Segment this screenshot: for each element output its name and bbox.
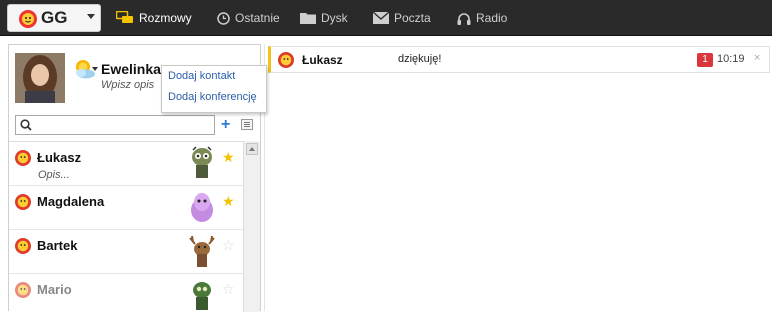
menu-item-add-contact[interactable]: Dodaj kontakt bbox=[162, 66, 266, 87]
profile-description-field[interactable]: Wpisz opis bbox=[101, 79, 154, 91]
list-view-icon[interactable] bbox=[241, 119, 253, 130]
tab-poczta[interactable]: Poczta bbox=[373, 0, 431, 36]
search-input[interactable] bbox=[15, 115, 215, 135]
contact-name: Mario bbox=[37, 282, 72, 297]
profile-name: Ewelinka bbox=[101, 61, 161, 77]
contact-list: Łukasz Opis... ★ Magdalena ★ Bartek ☆ Ma… bbox=[9, 141, 243, 312]
contact-avatar bbox=[193, 282, 211, 310]
gg-sun-logo-icon bbox=[19, 10, 37, 28]
chevron-down-icon bbox=[87, 14, 95, 19]
add-contact-button[interactable]: + bbox=[221, 115, 230, 135]
headphones-icon bbox=[457, 12, 471, 25]
tab-rozmowy[interactable]: Rozmowy bbox=[116, 0, 192, 36]
clock-icon bbox=[217, 11, 230, 25]
gg-logo-text: GG bbox=[41, 8, 68, 27]
folder-icon bbox=[300, 13, 316, 24]
contact-list-scrollbar[interactable] bbox=[243, 141, 260, 312]
favorite-star-icon[interactable]: ☆ bbox=[222, 238, 235, 252]
tab-label: Ostatnie bbox=[235, 11, 280, 25]
conversation-contact-name: Łukasz bbox=[302, 53, 343, 67]
contact-avatar bbox=[189, 235, 215, 267]
contact-row[interactable]: Bartek ☆ bbox=[9, 230, 243, 274]
tab-ostatnie[interactable]: Ostatnie bbox=[217, 0, 280, 36]
contact-name: Bartek bbox=[37, 238, 78, 253]
contact-row[interactable]: Mario ☆ bbox=[9, 274, 243, 312]
status-online-icon bbox=[278, 52, 294, 68]
favorite-star-icon[interactable]: ★ bbox=[222, 194, 235, 208]
conversations-panel: Łukasz dziękuję! 1 10:19 × bbox=[268, 44, 772, 311]
chevron-down-icon[interactable] bbox=[92, 67, 98, 71]
contact-name: Magdalena bbox=[37, 194, 105, 209]
chat-bubbles-icon bbox=[116, 11, 133, 23]
avatar[interactable] bbox=[15, 53, 65, 103]
message-time: 10:19 bbox=[717, 53, 745, 65]
status-online-icon bbox=[15, 150, 31, 166]
tab-radio[interactable]: Radio bbox=[457, 0, 507, 36]
contact-row[interactable]: Łukasz Opis... ★ bbox=[9, 142, 243, 186]
contact-avatar bbox=[191, 193, 213, 222]
unread-badge: 1 bbox=[697, 53, 713, 67]
gg-menu-button[interactable]: GG bbox=[7, 4, 101, 32]
contact-avatar bbox=[192, 146, 212, 178]
scroll-up-icon[interactable] bbox=[246, 143, 258, 155]
contacts-panel: Ewelinka Wpisz opis + Łukasz Opis... ★ M… bbox=[8, 44, 267, 312]
contact-description: Opis... bbox=[38, 169, 70, 181]
user-photo bbox=[15, 53, 65, 103]
search-icon bbox=[20, 119, 32, 131]
tab-label: Poczta bbox=[394, 11, 431, 25]
top-bar: GG Rozmowy Ostatnie Dysk Poczta Radio bbox=[0, 0, 772, 36]
status-online-icon bbox=[15, 238, 31, 254]
favorite-star-icon[interactable]: ☆ bbox=[222, 282, 235, 296]
tab-dysk[interactable]: Dysk bbox=[300, 0, 348, 36]
contact-name: Łukasz bbox=[37, 150, 82, 165]
tab-label: Dysk bbox=[321, 11, 348, 25]
status-online-icon bbox=[15, 194, 31, 210]
contact-row[interactable]: Magdalena ★ bbox=[9, 186, 243, 230]
favorite-star-icon[interactable]: ★ bbox=[222, 150, 235, 164]
conversation-row[interactable]: Łukasz dziękuję! 1 10:19 × bbox=[268, 46, 770, 73]
close-icon[interactable]: × bbox=[754, 52, 760, 64]
status-online-icon bbox=[15, 282, 31, 298]
tab-label: Radio bbox=[476, 11, 508, 25]
envelope-icon bbox=[373, 12, 389, 24]
menu-item-add-conference[interactable]: Dodaj konferencję bbox=[162, 87, 266, 108]
last-message: dziękuję! bbox=[398, 53, 442, 65]
add-menu-dropdown: Dodaj kontakt Dodaj konferencję bbox=[161, 65, 267, 113]
tab-label: Rozmowy bbox=[139, 11, 192, 25]
